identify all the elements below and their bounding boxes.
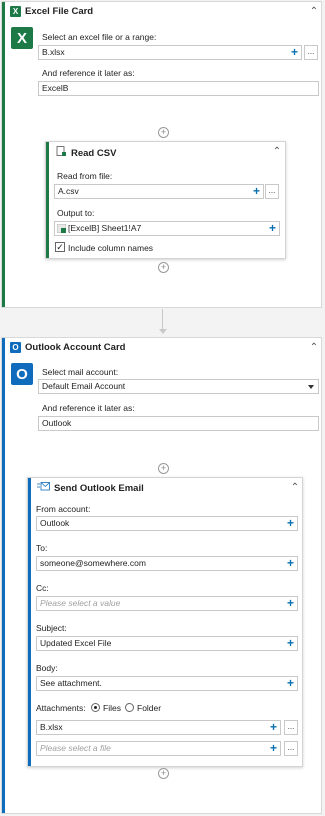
csv-file-value: A.csv — [58, 186, 79, 196]
flow-connector — [162, 309, 163, 331]
browse-button[interactable]: ... — [265, 184, 279, 199]
card-header: X Excel File Card — [10, 6, 93, 17]
mail-account-select[interactable]: Default Email Account — [38, 379, 319, 394]
body-label: Body: — [36, 663, 58, 673]
card-title: Outlook Account Card — [25, 342, 126, 353]
subject-field[interactable]: Updated Excel File + — [36, 636, 298, 651]
excel-source-field[interactable]: B.xlsx + — [38, 45, 302, 60]
source-label: Select an excel file or a range: — [42, 32, 157, 42]
body-value: See attachment. — [40, 678, 102, 688]
outlook-account-card: O Outlook Account Card ⌃ O Select mail a… — [1, 337, 322, 814]
output-value: [ExcelB] Sheet1!A7 — [68, 223, 142, 233]
files-option-label: Files — [103, 703, 121, 713]
card-header: O Outlook Account Card — [10, 342, 125, 353]
add-plus-icon[interactable]: + — [287, 677, 294, 690]
attachment-new-field[interactable]: Please select a file + — [36, 741, 281, 756]
reference-value: ExcelB — [42, 83, 69, 93]
attachment-value: B.xlsx — [40, 722, 63, 732]
send-mail-icon — [37, 482, 50, 494]
to-field[interactable]: someone@somewhere.com + — [36, 556, 298, 571]
from-account-value: Outlook — [40, 518, 70, 528]
outlook-icon: O — [10, 342, 21, 353]
output-field[interactable]: [ExcelB] Sheet1!A7 + — [54, 221, 280, 236]
reference-label: And reference it later as: — [42, 68, 135, 78]
chevron-up-icon[interactable]: ⌃ — [272, 147, 282, 157]
subject-value: Updated Excel File — [40, 638, 112, 648]
excel-icon: X — [10, 6, 21, 17]
account-label: Select mail account: — [42, 367, 119, 377]
excel-source-value: B.xlsx — [42, 47, 65, 57]
send-email-title: Send Outlook Email — [54, 482, 144, 494]
reference-label: And reference it later as: — [42, 403, 135, 413]
browse-button[interactable]: ... — [284, 720, 298, 735]
add-action-icon[interactable]: + — [158, 463, 169, 474]
to-value: someone@somewhere.com — [40, 558, 146, 568]
chevron-up-icon[interactable]: ⌃ — [309, 343, 319, 353]
from-label: From account: — [36, 504, 91, 514]
add-plus-icon[interactable]: + — [253, 185, 260, 198]
add-action-icon[interactable]: + — [158, 262, 169, 273]
read-from-label: Read from file: — [57, 171, 113, 181]
add-plus-icon[interactable]: + — [287, 517, 294, 530]
reference-field[interactable]: Outlook — [38, 416, 319, 431]
csv-file-field[interactable]: A.csv + — [54, 184, 264, 199]
include-column-names-label: Include column names — [68, 243, 154, 253]
body-field[interactable]: See attachment. + — [36, 676, 298, 691]
cc-field[interactable]: Please select a value + — [36, 596, 298, 611]
chevron-up-icon[interactable]: ⌃ — [290, 483, 300, 493]
sheet-icon — [56, 223, 67, 237]
add-plus-icon[interactable]: + — [270, 742, 277, 755]
flow-arrow-icon — [159, 329, 167, 334]
to-label: To: — [36, 543, 48, 553]
card-accent — [2, 338, 5, 813]
add-plus-icon[interactable]: + — [287, 557, 294, 570]
chevron-up-icon[interactable]: ⌃ — [309, 7, 319, 17]
dropdown-arrow-icon — [308, 385, 314, 389]
cc-label: Cc: — [36, 583, 49, 593]
subcard-accent — [46, 142, 49, 258]
excel-large-icon: X — [11, 27, 33, 49]
mail-account-value: Default Email Account — [42, 381, 126, 391]
attachments-label: Attachments: — [36, 703, 86, 713]
send-email-header: Send Outlook Email — [37, 482, 144, 494]
browse-button[interactable]: ... — [284, 741, 298, 756]
send-email-card: Send Outlook Email ⌃ From account: Outlo… — [27, 477, 303, 767]
files-radio[interactable] — [91, 703, 100, 712]
reference-value: Outlook — [42, 418, 72, 428]
excel-file-card: X Excel File Card ⌃ X Select an excel fi… — [1, 1, 322, 308]
read-csv-title: Read CSV — [71, 147, 117, 159]
subcard-accent — [28, 478, 31, 766]
read-csv-header: Read CSV — [56, 146, 116, 160]
output-label: Output to: — [57, 208, 95, 218]
add-action-icon[interactable]: + — [158, 127, 169, 138]
add-plus-icon[interactable]: + — [287, 637, 294, 650]
attachment-field[interactable]: B.xlsx + — [36, 720, 281, 735]
attachment-placeholder: Please select a file — [40, 743, 111, 753]
add-plus-icon[interactable]: + — [291, 46, 298, 59]
browse-button[interactable]: ... — [304, 45, 318, 60]
add-plus-icon[interactable]: + — [269, 222, 276, 235]
reference-field[interactable]: ExcelB — [38, 81, 319, 96]
card-accent — [2, 2, 5, 307]
from-account-field[interactable]: Outlook + — [36, 516, 298, 531]
folder-radio[interactable] — [125, 703, 134, 712]
outlook-large-icon: O — [11, 363, 33, 385]
include-column-names-checkbox[interactable]: ✓ — [55, 242, 65, 252]
folder-option-label: Folder — [137, 703, 162, 713]
read-csv-icon — [56, 146, 67, 160]
add-plus-icon[interactable]: + — [270, 721, 277, 734]
read-csv-card: Read CSV ⌃ Read from file: A.csv + ... O… — [45, 141, 286, 259]
add-action-icon[interactable]: + — [158, 768, 169, 779]
cc-placeholder: Please select a value — [40, 598, 121, 608]
add-plus-icon[interactable]: + — [287, 597, 294, 610]
card-title: Excel File Card — [25, 6, 94, 17]
subject-label: Subject: — [36, 623, 67, 633]
